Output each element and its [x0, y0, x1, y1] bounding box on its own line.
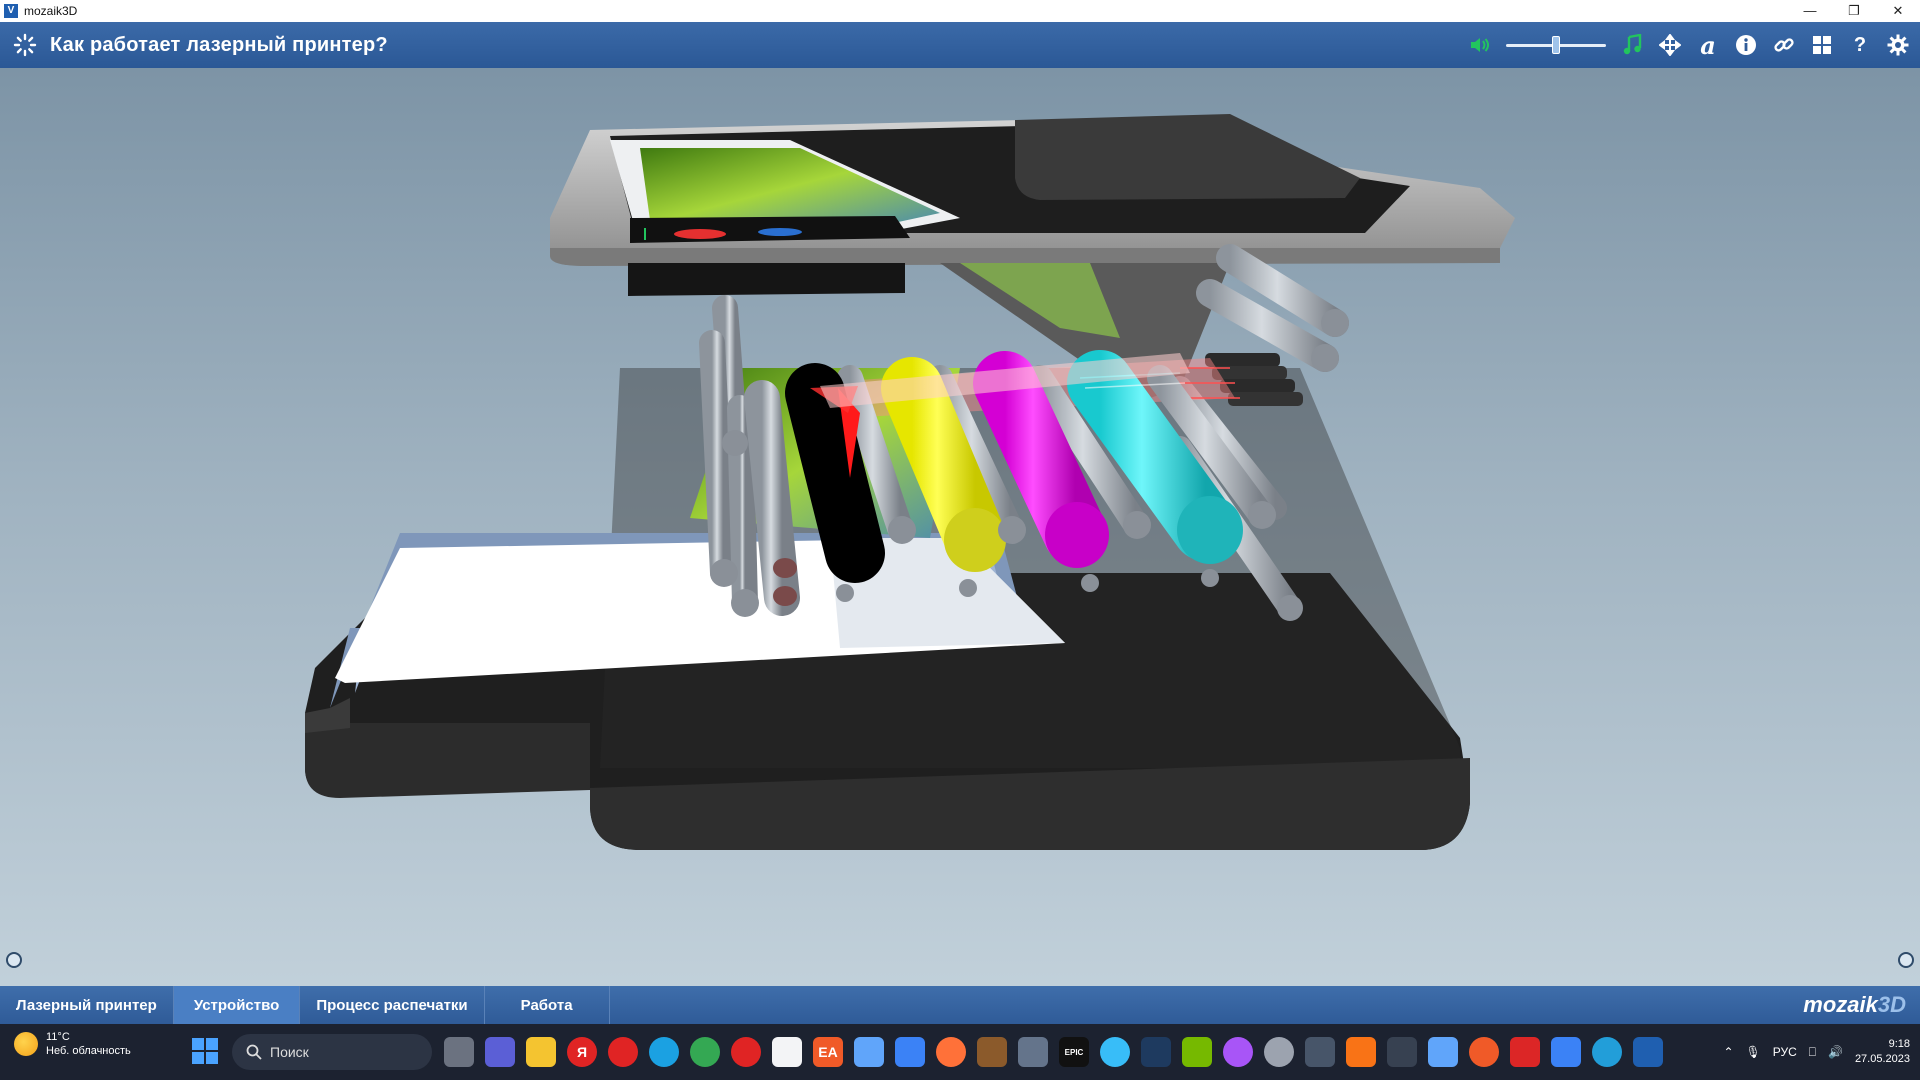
alice-icon[interactable] [1223, 1037, 1253, 1067]
app-icon-g[interactable] [1387, 1037, 1417, 1067]
settings-app-icon[interactable] [1264, 1037, 1294, 1067]
video-chat-icon[interactable] [485, 1037, 515, 1067]
globe-icon[interactable] [1100, 1037, 1130, 1067]
window-titlebar: V mozaik3D — ❐ ✕ [0, 0, 1920, 22]
os-taskbar: 11°C Неб. облачность Поиск Я EA EPIC ⌃ 🎙… [0, 1024, 1920, 1080]
chrome-icon[interactable] [690, 1037, 720, 1067]
nav-dot-right[interactable] [1898, 952, 1914, 968]
game-icon[interactable] [977, 1037, 1007, 1067]
vlc-icon[interactable] [1346, 1037, 1376, 1067]
help-icon[interactable]: ? [1848, 33, 1872, 57]
weather-widget[interactable]: 11°C Неб. облачность [14, 1030, 131, 1058]
ea-icon[interactable] [1469, 1037, 1499, 1067]
taskbar-search[interactable]: Поиск [232, 1034, 432, 1070]
language-indicator[interactable]: РУС [1773, 1045, 1797, 1059]
music-note-icon[interactable] [1620, 33, 1644, 57]
firefox-icon[interactable] [936, 1037, 966, 1067]
header-toolbar: a ? [1468, 22, 1910, 68]
minimize-button[interactable]: — [1788, 0, 1832, 22]
network-icon[interactable]: ⎕ [1809, 1045, 1816, 1060]
clock[interactable]: 9:18 27.05.2023 [1855, 1037, 1910, 1067]
steam-icon[interactable] [1141, 1037, 1171, 1067]
taskbar-apps: Я EA EPIC [444, 1024, 1663, 1080]
restore-button[interactable]: ❐ [1832, 0, 1876, 22]
close-button[interactable]: ✕ [1876, 0, 1920, 22]
start-button[interactable] [192, 1038, 218, 1064]
chevron-up-icon[interactable]: ⌃ [1723, 1045, 1733, 1059]
tab-laser-printer[interactable]: Лазерный принтер [0, 986, 174, 1024]
brand-3d: 3D [1877, 992, 1906, 1017]
window-title: mozaik3D [24, 4, 78, 18]
store-icon[interactable] [772, 1037, 802, 1067]
mozaik-taskbar-icon[interactable] [1633, 1037, 1663, 1067]
epic-games-icon[interactable]: EPIC [1059, 1037, 1089, 1067]
link-icon[interactable] [1772, 33, 1796, 57]
game-launcher-icon[interactable] [1510, 1037, 1540, 1067]
clock-date: 27.05.2023 [1854, 1053, 1910, 1065]
yandex-icon[interactable]: Я [567, 1037, 597, 1067]
task-view-icon[interactable] [444, 1037, 474, 1067]
window-controls: — ❐ ✕ [1788, 0, 1920, 22]
weather-icon [14, 1032, 38, 1056]
brand-name: mozaik [1803, 992, 1878, 1017]
app-logo-icon: V [4, 4, 18, 18]
calculator-icon[interactable] [1428, 1037, 1458, 1067]
loading-spinner-icon[interactable] [10, 30, 40, 60]
camera-icon[interactable] [1305, 1037, 1335, 1067]
3d-scene-viewport[interactable] [0, 68, 1920, 986]
microphone-icon[interactable]: 🎙 [1746, 1045, 1761, 1059]
font-icon[interactable]: a [1696, 31, 1720, 60]
app-header: Как работает лазерный принтер? a ? [0, 22, 1920, 68]
volume-thumb[interactable] [1552, 36, 1560, 54]
task-manager-icon[interactable] [1018, 1037, 1048, 1067]
opera-icon[interactable] [608, 1037, 638, 1067]
grid-icon[interactable] [1810, 33, 1834, 57]
page-title: Как работает лазерный принтер? [50, 33, 388, 56]
scanner-lid [550, 114, 1515, 398]
telegram-icon[interactable] [1592, 1037, 1622, 1067]
nav-dot-left[interactable] [6, 952, 22, 968]
notepad-icon[interactable] [1551, 1037, 1581, 1067]
nvidia-icon[interactable] [1182, 1037, 1212, 1067]
volume-icon[interactable]: 🔊 [1828, 1045, 1843, 1059]
search-placeholder: Поиск [270, 1044, 309, 1060]
media-player-icon[interactable] [895, 1037, 925, 1067]
tab-printing-process[interactable]: Процесс распечатки [300, 986, 485, 1024]
move-arrows-icon[interactable] [1658, 33, 1682, 57]
system-tray: ⌃ 🎙 РУС ⎕ 🔊 9:18 27.05.2023 [1723, 1024, 1910, 1080]
weather-desc: Неб. облачность [46, 1045, 131, 1057]
brand-logo: mozaik 3D [1803, 986, 1906, 1024]
speaker-icon[interactable] [1468, 33, 1492, 57]
tab-operation[interactable]: Работа [485, 986, 610, 1024]
clock-time: 9:18 [1888, 1038, 1910, 1050]
mail-icon[interactable] [854, 1037, 884, 1067]
edge-icon[interactable] [649, 1037, 679, 1067]
yandex-browser-icon[interactable] [731, 1037, 761, 1067]
gear-icon[interactable] [1886, 33, 1910, 57]
folder-icon[interactable] [526, 1037, 556, 1067]
printer-3d-model[interactable] [0, 68, 1920, 986]
volume-slider[interactable] [1506, 33, 1606, 57]
search-icon [246, 1044, 262, 1060]
weather-temp: 11°C [46, 1031, 70, 1043]
tab-device[interactable]: Устройство [173, 986, 301, 1024]
info-icon[interactable] [1734, 33, 1758, 57]
bottom-navigation: Лазерный принтер Устройство Процесс расп… [0, 986, 1920, 1024]
ea-app-icon[interactable]: EA [813, 1037, 843, 1067]
